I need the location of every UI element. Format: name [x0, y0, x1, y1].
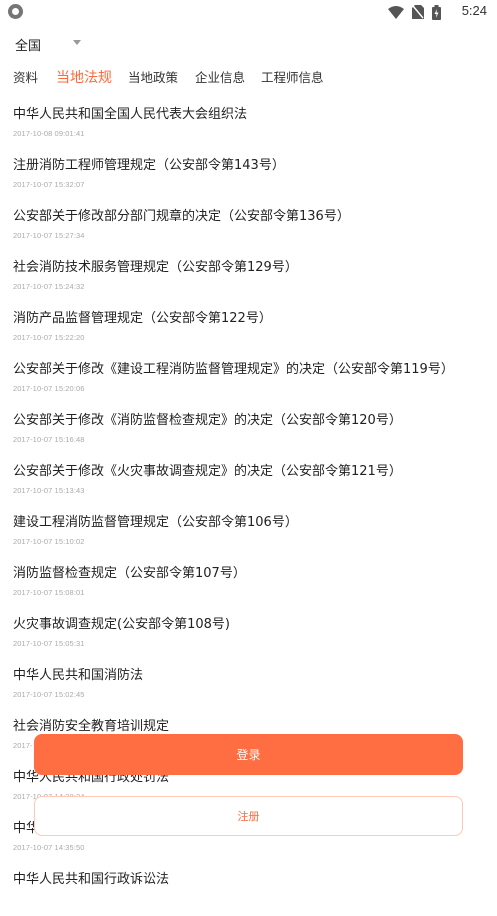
article-time: 2017-10-07 15:02:45	[13, 690, 85, 699]
battery-icon	[432, 4, 441, 20]
article-time: 2017-10-07 15:20:06	[13, 384, 85, 393]
article-time: 2017-10-07 15:32:07	[13, 180, 85, 189]
list-item[interactable]: 注册消防工程师管理规定（公安部令第143号） 2017-10-07 15:32:…	[13, 151, 488, 202]
article-time: 2017-10-07 15:08:01	[13, 588, 85, 597]
list-item[interactable]: 公安部关于修改部分部门规章的决定（公安部令第136号） 2017-10-07 1…	[13, 202, 488, 253]
status-time: 5:24	[461, 3, 487, 18]
dropdown-caret-icon	[73, 40, 81, 45]
article-title: 注册消防工程师管理规定（公安部令第143号）	[13, 158, 285, 173]
list-item[interactable]: 中华人民共和国消防法 2017-10-07 15:02:45	[13, 661, 488, 712]
article-title: 中华人民共和国消防法	[13, 668, 144, 683]
list-item[interactable]: 建设工程消防监督管理规定（公安部令第106号） 2017-10-07 15:10…	[13, 508, 488, 559]
article-time: 2017-10-07 15:24:32	[13, 282, 85, 291]
article-time: 2017-10-07 15:13:43	[13, 486, 85, 495]
list-item[interactable]: 火灾事故调查规定(公安部令第108号) 2017-10-07 15:05:31	[13, 610, 488, 661]
article-title: 火灾事故调查规定(公安部令第108号)	[13, 617, 230, 632]
article-title: 公安部关于修改《建设工程消防监督管理规定》的决定（公安部令第119号）	[13, 362, 454, 377]
wifi-icon	[388, 5, 404, 19]
tab-local-policies[interactable]: 当地政策	[128, 68, 178, 88]
status-icons	[388, 4, 441, 20]
article-time: 2017-10-07 15:27:34	[13, 231, 85, 240]
article-time: 2017-	[13, 741, 33, 750]
login-button[interactable]: 登录	[34, 734, 463, 775]
list-item[interactable]: 公安部关于修改《建设工程消防监督管理规定》的决定（公安部令第119号） 2017…	[13, 355, 488, 406]
article-time: 2017-10-07 15:05:31	[13, 639, 85, 648]
article-time: 2017-10-07 15:10:02	[13, 537, 85, 546]
article-title: 中华人民共和国全国人民代表大会组织法	[13, 107, 248, 122]
article-time: 2017-10-08 09:01:41	[13, 129, 85, 138]
no-sim-icon	[412, 5, 424, 19]
list-item[interactable]: 消防产品监督管理规定（公安部令第122号） 2017-10-07 15:22:2…	[13, 304, 488, 355]
tab-engineer-info[interactable]: 工程师信息	[261, 68, 324, 88]
status-bar: 5:24	[0, 0, 497, 24]
article-time: 2017-10-07 15:16:48	[13, 435, 85, 444]
tab-materials[interactable]: 资料	[13, 68, 38, 88]
article-title: 公安部关于修改《消防监督检查规定》的决定（公安部令第120号）	[13, 413, 402, 428]
article-title: 消防产品监督管理规定（公安部令第122号）	[13, 311, 272, 326]
app-notification-icon	[8, 4, 23, 19]
list-item[interactable]: 公安部关于修改《火灾事故调查规定》的决定（公安部令第121号） 2017-10-…	[13, 457, 488, 508]
article-time: 2017-10-07 14:35:50	[13, 843, 85, 852]
article-title: 中华人民共和国行政诉讼法	[13, 872, 170, 887]
article-title: 社会消防技术服务管理规定（公安部令第129号）	[13, 260, 298, 275]
article-title: 消防监督检查规定（公安部令第107号）	[13, 566, 246, 581]
region-dropdown[interactable]: 全国	[15, 34, 81, 54]
list-item[interactable]: 消防监督检查规定（公安部令第107号） 2017-10-07 15:08:01	[13, 559, 488, 610]
tab-local-regulations[interactable]: 当地法规	[56, 68, 112, 88]
category-tabs: 资料 当地法规 当地政策 企业信息 工程师信息	[0, 68, 497, 88]
list-item[interactable]: 中华人民共和国全国人民代表大会组织法 2017-10-08 09:01:41	[13, 100, 488, 151]
article-title: 建设工程消防监督管理规定（公安部令第106号）	[13, 515, 298, 530]
article-title: 公安部关于修改《火灾事故调查规定》的决定（公安部令第121号）	[13, 464, 402, 479]
register-button[interactable]: 注册	[34, 796, 463, 836]
tab-company-info[interactable]: 企业信息	[195, 68, 245, 88]
list-item[interactable]: 公安部关于修改《消防监督检查规定》的决定（公安部令第120号） 2017-10-…	[13, 406, 488, 457]
list-item[interactable]: 中华人民共和国行政诉讼法	[13, 865, 488, 916]
region-label: 全国	[15, 38, 42, 54]
article-time: 2017-10-07 15:22:20	[13, 333, 85, 342]
list-item[interactable]: 社会消防技术服务管理规定（公安部令第129号） 2017-10-07 15:24…	[13, 253, 488, 304]
article-title: 公安部关于修改部分部门规章的决定（公安部令第136号）	[13, 209, 350, 224]
